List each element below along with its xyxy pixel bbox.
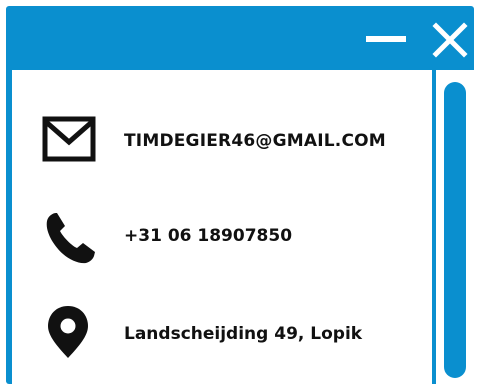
contact-panel: TIMDEGIER46@GMAIL.COM +31 06 18907850 La… [12,70,432,384]
close-button[interactable] [430,20,470,60]
scrollbar-track[interactable] [436,70,474,384]
minimize-icon [366,36,406,42]
minimize-button[interactable] [366,32,410,46]
email-address[interactable]: TIMDEGIER46@GMAIL.COM [124,131,386,151]
contact-window: TIMDEGIER46@GMAIL.COM +31 06 18907850 La… [6,6,474,384]
close-icon [432,22,468,58]
location-pin-icon [48,306,88,358]
street-address[interactable]: Landscheijding 49, Lopik [124,324,362,344]
contact-row-phone: +31 06 18907850 [12,204,432,264]
phone-icon [46,213,95,264]
envelope-icon [42,116,96,162]
phone-number[interactable]: +31 06 18907850 [124,226,292,246]
scrollbar-thumb[interactable] [444,82,466,378]
title-bar[interactable] [6,6,474,70]
contact-row-address: Landscheijding 49, Lopik [12,300,432,360]
contact-row-email: TIMDEGIER46@GMAIL.COM [12,108,432,168]
